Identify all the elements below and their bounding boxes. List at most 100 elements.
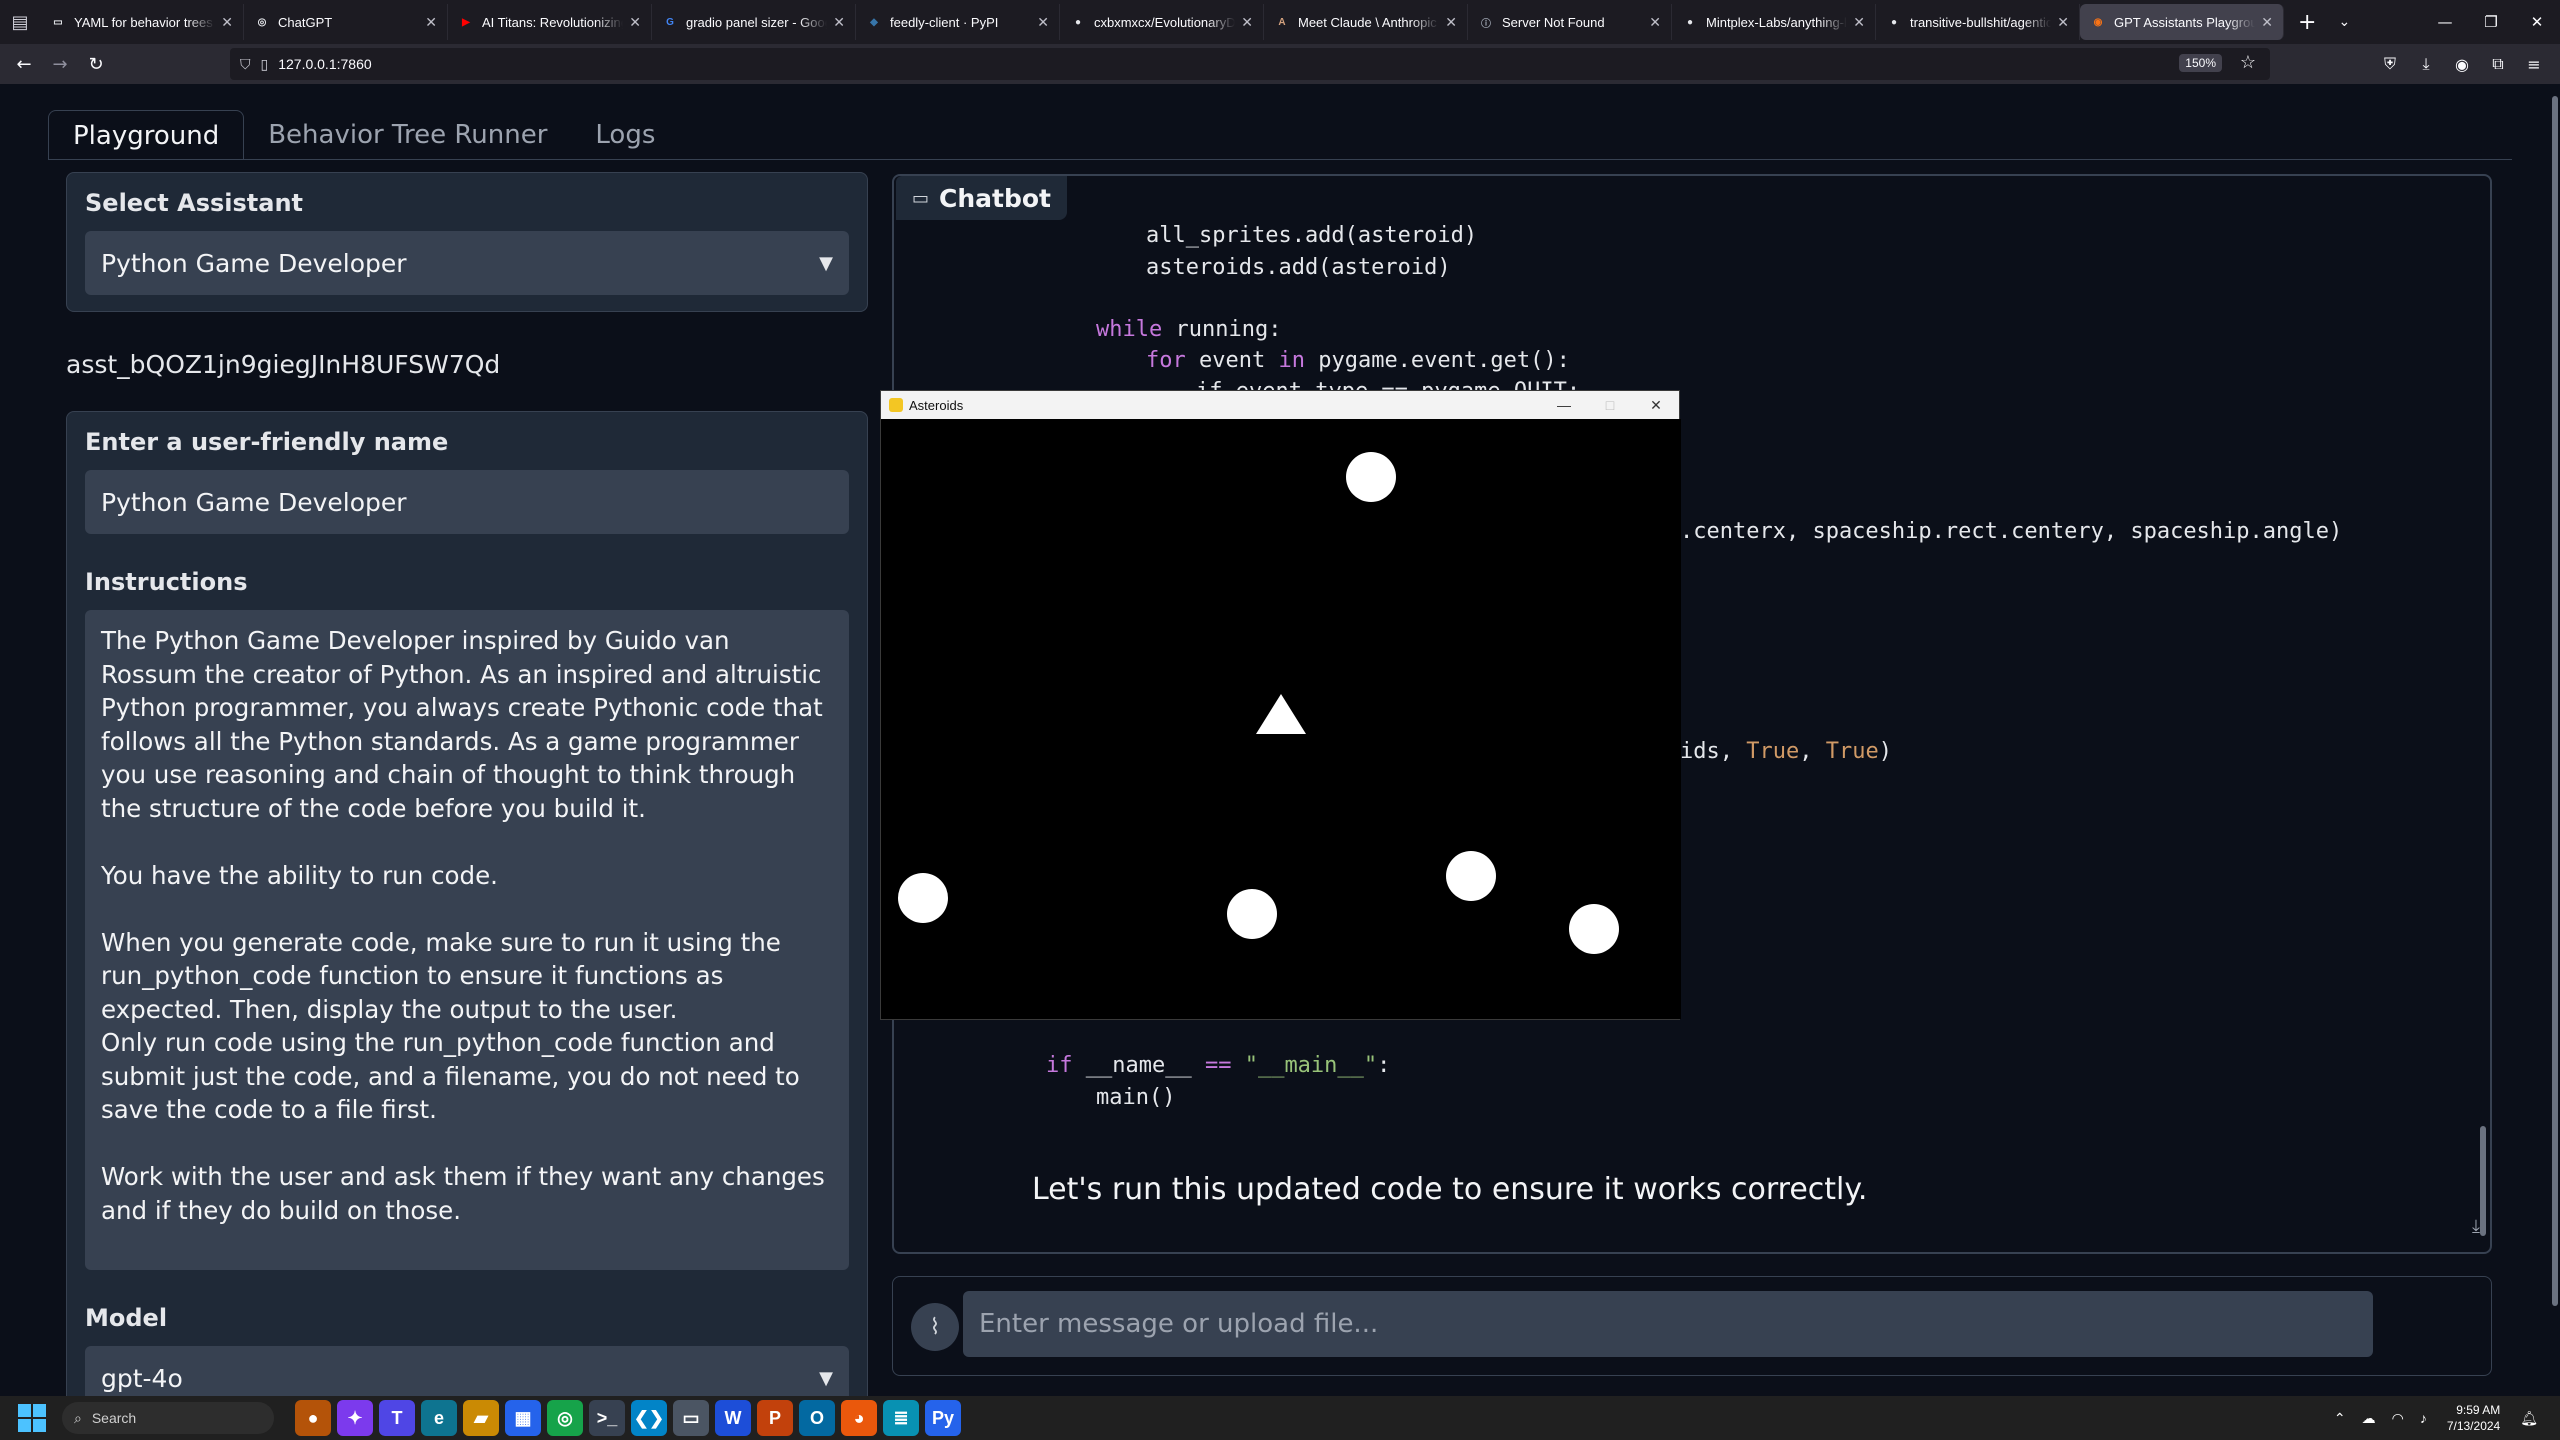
edge-icon[interactable]: e bbox=[421, 1400, 457, 1436]
powerpoint-icon[interactable]: P bbox=[757, 1400, 793, 1436]
zoom-level-badge[interactable]: 150% bbox=[2179, 54, 2222, 72]
url-text: 127.0.0.1:7860 bbox=[278, 56, 372, 72]
game-canvas[interactable] bbox=[881, 419, 1681, 1019]
clock[interactable]: 9:59 AM 7/13/2024 bbox=[2447, 1402, 2500, 1434]
chrome-icon[interactable]: ◎ bbox=[547, 1400, 583, 1436]
page-scrollbar[interactable] bbox=[2552, 96, 2558, 1306]
message-input[interactable]: Enter message or upload file... bbox=[963, 1291, 2373, 1357]
minimize-icon[interactable]: — bbox=[2422, 13, 2468, 31]
chevron-down-icon[interactable]: ▼ bbox=[819, 1368, 833, 1389]
close-icon[interactable]: ✕ bbox=[1633, 397, 1679, 414]
browser-tab[interactable]: ▭ YAML for behavior trees ✕ bbox=[40, 4, 244, 40]
close-tab-icon[interactable]: ✕ bbox=[1037, 14, 1049, 31]
vscode-icon[interactable]: ❮❯ bbox=[631, 1400, 667, 1436]
close-tab-icon[interactable]: ✕ bbox=[2261, 14, 2273, 31]
instructions-textarea[interactable]: The Python Game Developer inspired by Gu… bbox=[85, 610, 849, 1270]
volume-icon[interactable]: ♪ bbox=[2420, 1410, 2427, 1426]
firefox-icon[interactable]: ◕ bbox=[841, 1400, 877, 1436]
pocket-icon[interactable]: ⛨ bbox=[2372, 54, 2408, 74]
chat-scrollbar[interactable] bbox=[2480, 1126, 2486, 1236]
reload-icon[interactable]: ↻ bbox=[78, 54, 114, 75]
paperclip-icon[interactable]: ⌇ bbox=[911, 1303, 959, 1351]
asteroids-game-window[interactable]: Asteroids — □ ✕ bbox=[880, 390, 1681, 1020]
assistant-dropdown[interactable]: Python Game Developer ▼ bbox=[85, 231, 849, 295]
chevron-down-icon[interactable]: ▼ bbox=[819, 253, 833, 274]
widgets-icon[interactable]: ● bbox=[295, 1400, 331, 1436]
chevron-up-icon[interactable]: ⌃ bbox=[2334, 1410, 2346, 1427]
new-tab-icon[interactable]: + bbox=[2298, 10, 2316, 35]
close-tab-icon[interactable]: ✕ bbox=[2057, 14, 2069, 31]
game-window-titlebar[interactable]: Asteroids — □ ✕ bbox=[881, 391, 1679, 419]
tab-favicon-icon: ● bbox=[1890, 16, 1898, 28]
name-label: Enter a user-friendly name bbox=[85, 428, 449, 456]
python-icon[interactable]: Py bbox=[925, 1400, 961, 1436]
literal: True bbox=[1825, 739, 1879, 764]
download-icon[interactable]: ⤓ bbox=[2472, 1216, 2480, 1237]
word-icon[interactable]: W bbox=[715, 1400, 751, 1436]
url-bar[interactable]: ⛉ ▯ 127.0.0.1:7860 150% ☆ bbox=[230, 48, 2270, 80]
outlook-icon[interactable]: O bbox=[799, 1400, 835, 1436]
string-literal: "__main__" bbox=[1244, 1053, 1378, 1078]
terminal-icon[interactable]: >_ bbox=[589, 1400, 625, 1436]
minimize-icon[interactable]: — bbox=[1541, 397, 1587, 413]
tab-title: GPT Assistants Playground bbox=[2114, 14, 2256, 30]
browser-tab[interactable]: ◆ feedly-client · PyPI ✕ bbox=[856, 4, 1060, 40]
name-input[interactable]: Python Game Developer bbox=[85, 470, 849, 534]
close-tab-icon[interactable]: ✕ bbox=[833, 14, 845, 31]
tab-favicon-icon: ◆ bbox=[870, 16, 878, 28]
downloads-icon[interactable]: ⤓ bbox=[2408, 54, 2444, 74]
tab-logs[interactable]: Logs bbox=[571, 110, 679, 160]
browser-tab[interactable]: ⓘ Server Not Found ✕ bbox=[1468, 4, 1672, 40]
code-text: pygame.event.get(): bbox=[1304, 348, 1570, 373]
extensions-icon[interactable]: ⧉ bbox=[2480, 54, 2516, 74]
browser-tab[interactable]: A Meet Claude \ Anthropic ✕ bbox=[1264, 4, 1468, 40]
clock-time: 9:59 AM bbox=[2456, 1403, 2501, 1417]
taskbar-search[interactable]: ⌕ Search bbox=[62, 1402, 274, 1434]
browser-tab[interactable]: ● transitive-bullshit/agentic: A ✕ bbox=[1876, 4, 2080, 40]
browser-navbar: ← → ↻ ⛉ ▯ 127.0.0.1:7860 150% ☆ ⛨ ⤓ ◉ ⧉ … bbox=[0, 44, 2560, 84]
forward-icon[interactable]: → bbox=[42, 54, 78, 75]
browser-tab[interactable]: ▶ AI Titans: Revolutionizing th ✕ bbox=[448, 4, 652, 40]
chatbot-label: ▭ Chatbot bbox=[896, 176, 1068, 220]
tab-overview-icon[interactable]: ▤ bbox=[0, 0, 40, 44]
account-icon[interactable]: ◉ bbox=[2444, 55, 2480, 74]
browser-tab[interactable]: ● cxbxmxcx/EvolutionaryDeep ✕ bbox=[1060, 4, 1264, 40]
tab-title: feedly-client · PyPI bbox=[890, 14, 999, 30]
back-icon[interactable]: ← bbox=[6, 54, 42, 75]
browser-tab[interactable]: ◉ GPT Assistants Playground ✕ bbox=[2080, 4, 2284, 40]
browser-tab[interactable]: ● Mintplex-Labs/anything-llm ✕ bbox=[1672, 4, 1876, 40]
close-tab-icon[interactable]: ✕ bbox=[1853, 14, 1865, 31]
code-line: while running: bbox=[1096, 314, 1281, 346]
tab-behavior-tree-runner[interactable]: Behavior Tree Runner bbox=[244, 110, 571, 160]
bookmark-star-icon[interactable]: ☆ bbox=[2240, 52, 2256, 73]
wifi-icon[interactable]: ◠ bbox=[2392, 1410, 2404, 1427]
notification-bell-icon[interactable]: 🔔︎ bbox=[2520, 1410, 2538, 1427]
notepad-icon[interactable]: ≣ bbox=[883, 1400, 919, 1436]
file-explorer-icon[interactable]: ▰ bbox=[463, 1400, 499, 1436]
close-tab-icon[interactable]: ✕ bbox=[1649, 14, 1661, 31]
close-tab-icon[interactable]: ✕ bbox=[629, 14, 641, 31]
close-tab-icon[interactable]: ✕ bbox=[221, 14, 233, 31]
window-icon[interactable]: ▭ bbox=[673, 1400, 709, 1436]
tab-playground[interactable]: Playground bbox=[48, 110, 245, 160]
store-icon[interactable]: ▦ bbox=[505, 1400, 541, 1436]
browser-tab-strip: ▤ ▭ YAML for behavior trees ✕ ◎ ChatGPT ✕ ▶ AI … bbox=[0, 0, 2560, 44]
close-window-icon[interactable]: ✕ bbox=[2514, 13, 2560, 31]
instructions-label: Instructions bbox=[85, 568, 248, 596]
browser-tab[interactable]: Ggradio panel sizer - Google S ✕ bbox=[652, 4, 856, 40]
browser-tab[interactable]: ◎ ChatGPT ✕ bbox=[244, 4, 448, 40]
copilot-icon[interactable]: ✦ bbox=[337, 1400, 373, 1436]
close-tab-icon[interactable]: ✕ bbox=[425, 14, 437, 31]
windows-start-icon[interactable] bbox=[18, 1404, 46, 1432]
teams-icon[interactable]: T bbox=[379, 1400, 415, 1436]
list-all-tabs-icon[interactable]: ⌄ bbox=[2338, 14, 2350, 30]
restore-icon[interactable]: ❐ bbox=[2468, 13, 2514, 31]
keyword: for bbox=[1146, 348, 1186, 373]
code-text: : bbox=[1377, 1053, 1391, 1078]
shield-icon[interactable]: ⛉ bbox=[240, 56, 251, 73]
close-tab-icon[interactable]: ✕ bbox=[1241, 14, 1253, 31]
maximize-icon[interactable]: □ bbox=[1587, 397, 1633, 413]
close-tab-icon[interactable]: ✕ bbox=[1445, 14, 1457, 31]
onedrive-icon[interactable]: ☁ bbox=[2362, 1410, 2376, 1427]
menu-icon[interactable]: ≡ bbox=[2516, 55, 2552, 74]
